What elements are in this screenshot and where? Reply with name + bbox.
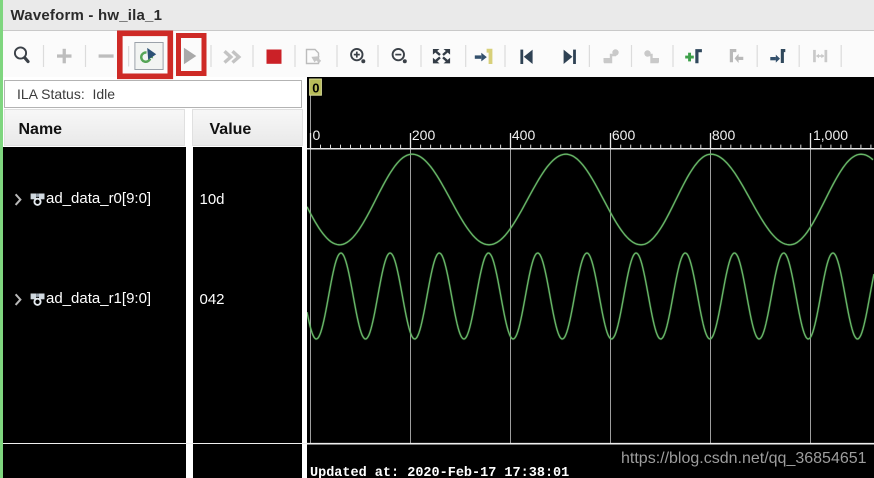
- svg-text:1,000: 1,000: [813, 127, 848, 143]
- svg-text:400: 400: [512, 127, 536, 143]
- svg-text:0: 0: [313, 127, 321, 143]
- svg-text:Updated at: 2020-Feb-17 17:38:: Updated at: 2020-Feb-17 17:38:01: [310, 466, 569, 478]
- svg-text:600: 600: [612, 127, 636, 143]
- svg-text:200: 200: [412, 127, 436, 143]
- svg-text:0: 0: [312, 81, 319, 96]
- svg-text:800: 800: [712, 127, 736, 143]
